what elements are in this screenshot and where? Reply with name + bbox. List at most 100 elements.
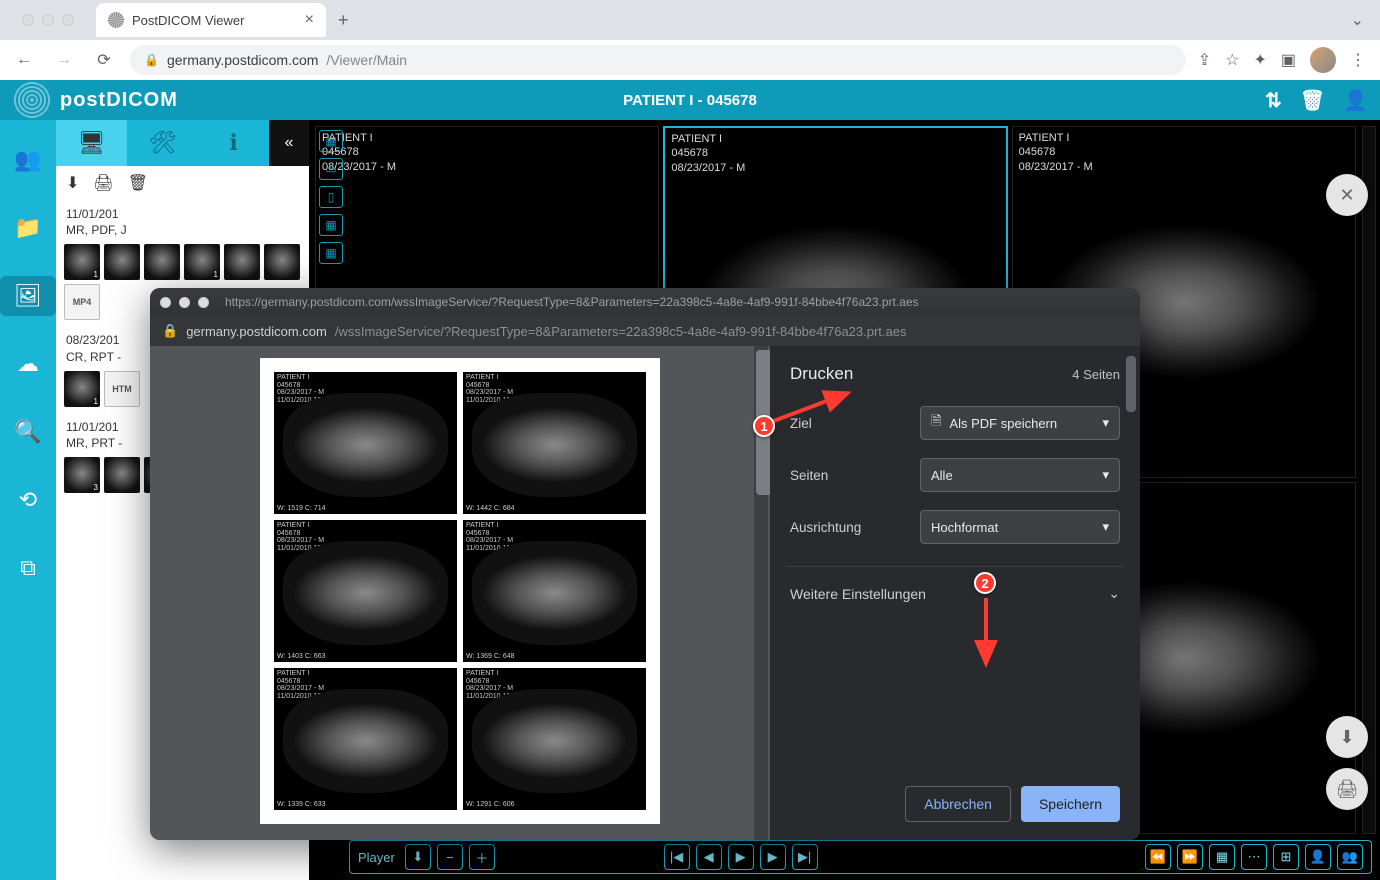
mp4-thumb[interactable]: MP4 — [64, 284, 100, 320]
pages-select[interactable]: Alle ▾ — [920, 458, 1120, 492]
series-thumb[interactable]: 3 — [64, 457, 100, 493]
player-more-icon[interactable]: ⋯ — [1241, 844, 1267, 870]
tabs-menu-icon[interactable]: ⌄ — [1351, 10, 1364, 30]
study1-mod: MR, PDF, J — [66, 222, 299, 238]
tab-title: PostDICOM Viewer — [132, 13, 244, 28]
dialog-scrollbar[interactable] — [1126, 356, 1136, 412]
back-button[interactable]: ← — [10, 51, 38, 69]
save-button[interactable]: Speichern — [1021, 786, 1120, 822]
more-settings-toggle[interactable]: Weitere Einstellungen ⌄ — [790, 581, 1120, 606]
rail-sync-icon[interactable]: ⟲ — [0, 480, 56, 520]
print-icon[interactable]: 🖨 — [93, 173, 113, 193]
player-rewind-icon[interactable]: ⏪ — [1145, 844, 1171, 870]
browser-tab[interactable]: PostDICOM Viewer × — [96, 3, 326, 37]
collapse-panel-icon[interactable]: « — [269, 120, 309, 166]
series-thumb[interactable] — [144, 244, 180, 280]
rail-layout-icon[interactable]: ⧉ — [0, 548, 56, 588]
new-tab-button[interactable]: + — [338, 10, 349, 31]
panel-tab-viewer-icon[interactable]: 🖥 — [56, 120, 127, 166]
delete-icon[interactable]: 🗑 — [128, 173, 148, 193]
player-grid-icon[interactable]: ▦ — [1209, 844, 1235, 870]
print-title: Drucken — [790, 364, 853, 384]
layout-3x3-icon[interactable]: ▦ — [319, 242, 343, 264]
player-speed-up-icon[interactable]: ＋ — [469, 844, 495, 870]
player-prev-icon[interactable]: ◀ — [696, 844, 722, 870]
reload-button[interactable]: ⟳ — [90, 50, 118, 70]
rail-images-icon[interactable]: 🖼 — [0, 276, 56, 316]
series-thumb[interactable] — [264, 244, 300, 280]
rail-upload-icon[interactable]: ☁ — [0, 344, 56, 384]
pages-value: Alle — [931, 468, 953, 483]
print-fab[interactable]: 🖨 — [1326, 768, 1368, 810]
layout-doc-icon[interactable]: ▦ — [319, 130, 343, 152]
player-next-icon[interactable]: ▶ — [760, 844, 786, 870]
lock-icon: 🔒 — [144, 53, 159, 67]
tab-close-icon[interactable]: × — [305, 11, 314, 29]
rail-patients-icon[interactable]: 👥 — [0, 140, 56, 180]
print-dialog: https://germany.postdicom.com/wssImageSe… — [150, 288, 1140, 840]
html-thumb[interactable]: HTM — [104, 371, 140, 407]
rail-list-icon[interactable]: 🔍 — [0, 412, 56, 452]
player-play-icon[interactable]: ▶ — [728, 844, 754, 870]
trash-icon[interactable]: 🗑 — [1300, 88, 1325, 113]
popup-title: https://germany.postdicom.com/wssImageSe… — [225, 295, 919, 309]
profile-avatar[interactable] — [1310, 47, 1336, 73]
panel-icon[interactable]: ▣ — [1281, 50, 1296, 70]
series-thumb[interactable] — [104, 457, 140, 493]
popup-url-path: /wssImageService/?RequestType=8&Paramete… — [335, 324, 907, 339]
preview-scrollbar[interactable] — [754, 346, 768, 840]
forward-button[interactable]: → — [50, 51, 78, 69]
more-settings-label: Weitere Einstellungen — [790, 586, 926, 602]
rail-folder-icon[interactable]: 📁 — [0, 208, 56, 248]
orientation-select[interactable]: Hochformat ▾ — [920, 510, 1120, 544]
url-host: germany.postdicom.com — [167, 52, 318, 68]
close-fab[interactable]: ✕ — [1326, 174, 1368, 216]
layout-2x2-icon[interactable]: ▦ — [319, 214, 343, 236]
url-path: /Viewer/Main — [326, 52, 407, 68]
lock-icon: 🔒 — [162, 323, 178, 339]
chevron-down-icon: ▾ — [1102, 415, 1109, 431]
chevron-down-icon: ⌄ — [1108, 585, 1120, 602]
download-fab[interactable]: ⬇ — [1326, 716, 1368, 758]
series-thumb[interactable]: 1 — [64, 244, 100, 280]
series-thumb[interactable]: 1 — [64, 371, 100, 407]
left-rail: 👥 📁 🖼 ☁ 🔍 ⟲ ⧉ — [0, 120, 56, 880]
share-icon[interactable]: ⇪ — [1198, 50, 1211, 70]
print-sheets: 4 Seiten — [1072, 367, 1120, 382]
panel-tab-info-icon[interactable]: ℹ — [198, 120, 269, 166]
panel-tab-tools-icon[interactable]: 🛠 — [127, 120, 198, 166]
popup-url-host: germany.postdicom.com — [186, 324, 327, 339]
patient-title: PATIENT I - 045678 — [623, 92, 757, 109]
player-speed-down-icon[interactable]: − — [437, 844, 463, 870]
kebab-menu-icon[interactable]: ⋮ — [1350, 50, 1366, 70]
series-thumb[interactable]: 1 — [184, 244, 220, 280]
destination-value: Als PDF speichern — [949, 416, 1057, 431]
destination-label: Ziel — [790, 416, 910, 431]
player-forward-icon[interactable]: ⏩ — [1177, 844, 1203, 870]
layout-1x2-icon[interactable]: ▯ — [319, 186, 343, 208]
bookmark-icon[interactable]: ☆ — [1225, 50, 1239, 70]
account-icon[interactable]: 👤 — [1343, 88, 1368, 113]
extensions-icon[interactable]: ✦ — [1253, 50, 1266, 70]
series-thumb[interactable] — [104, 244, 140, 280]
overlay: PATIENT I 045678 08/23/2017 - M — [1019, 131, 1093, 174]
series-thumb[interactable] — [224, 244, 260, 280]
orientation-label: Ausrichtung — [790, 520, 910, 535]
player-last-icon[interactable]: ▶| — [792, 844, 818, 870]
player-users-icon[interactable]: 👥 — [1337, 844, 1363, 870]
address-bar[interactable]: 🔒 germany.postdicom.com/Viewer/Main — [130, 45, 1186, 75]
player-bar: Player ⬇ − ＋ |◀ ◀ ▶ ▶ ▶| ⏪ ⏩ ▦ ⋯ — [349, 840, 1372, 874]
cancel-button[interactable]: Abbrechen — [905, 786, 1011, 822]
player-split-icon[interactable]: ⊞ — [1273, 844, 1299, 870]
player-first-icon[interactable]: |◀ — [664, 844, 690, 870]
download-icon[interactable]: ⬇ — [66, 173, 79, 193]
player-download-icon[interactable]: ⬇ — [405, 844, 431, 870]
player-patient-icon[interactable]: 👤 — [1305, 844, 1331, 870]
sort-icon[interactable]: ⇅ — [1265, 88, 1282, 113]
layout-1x1-icon[interactable]: ▭ — [319, 158, 343, 180]
study1-date: 11/01/201 — [66, 206, 299, 222]
overlay: PATIENT I 045678 08/23/2017 - M — [671, 132, 745, 175]
brand-icon — [12, 80, 52, 120]
browser-chrome: PostDICOM Viewer × + ⌄ ← → ⟳ 🔒 germany.p… — [0, 0, 1380, 80]
destination-select[interactable]: 🗎Als PDF speichern ▾ — [920, 406, 1120, 440]
